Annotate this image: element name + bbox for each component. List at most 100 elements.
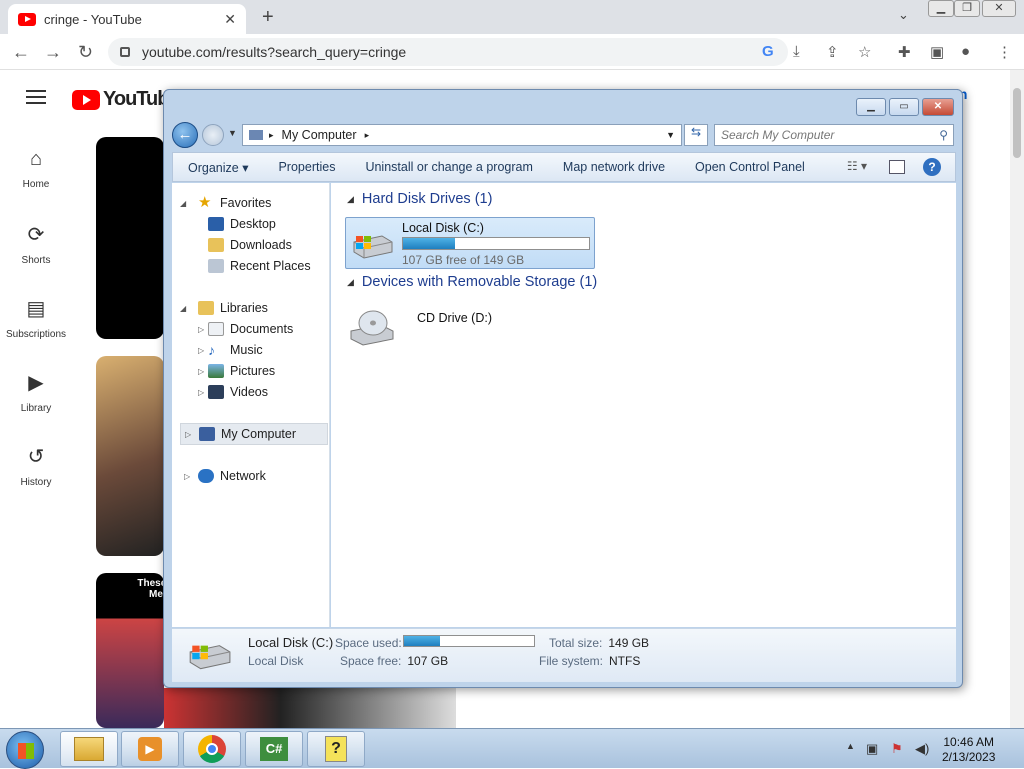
properties-button[interactable]: Properties xyxy=(263,160,350,174)
open-control-panel-button[interactable]: Open Control Panel xyxy=(680,160,820,174)
thumbnail-caption: Me xyxy=(149,589,163,600)
network-tray-icon[interactable]: ▣ xyxy=(866,741,878,757)
taskbar-media-player-button[interactable]: ▶ xyxy=(121,731,179,767)
new-tab-button[interactable]: + xyxy=(262,6,274,29)
uninstall-program-button[interactable]: Uninstall or change a program xyxy=(350,160,547,174)
pictures-icon xyxy=(208,364,224,378)
volume-icon[interactable]: ◀) xyxy=(915,741,929,757)
address-dropdown-icon[interactable]: ▼ xyxy=(666,130,675,140)
drive-item-c[interactable]: Local Disk (C:) 107 GB free of 149 GB xyxy=(345,217,595,269)
search-icon[interactable]: ⚲ xyxy=(939,125,948,145)
menu-icon[interactable]: ⋮ xyxy=(997,43,1012,61)
nav-item-music[interactable]: ▷ ♪ Music xyxy=(198,340,263,360)
system-clock[interactable]: 10:46 AM 2/13/2023 xyxy=(942,735,995,765)
profile-icon[interactable]: ● xyxy=(961,43,970,60)
recent-pages-chevron-icon[interactable]: ▼ xyxy=(228,128,237,138)
nav-item-desktop[interactable]: Desktop xyxy=(208,214,276,234)
address-bar[interactable]: youtube.com/results?search_query=cringe xyxy=(108,38,788,66)
tab-close-icon[interactable]: ✕ xyxy=(224,11,236,28)
explorer-address-bar[interactable]: ▸ My Computer ▸ ▼ xyxy=(242,124,682,146)
collapse-arrow-icon[interactable]: ◢ xyxy=(180,199,186,208)
expand-arrow-icon[interactable]: ▷ xyxy=(185,430,191,439)
start-button[interactable] xyxy=(6,731,44,769)
sidebar-item-library[interactable]: ▶ Library xyxy=(0,370,72,414)
nav-item-recent-places[interactable]: Recent Places xyxy=(208,256,311,276)
explorer-minimize-button[interactable]: ▁ xyxy=(856,98,886,116)
extensions-icon[interactable]: ✚ xyxy=(898,43,911,61)
hard-drive-icon xyxy=(189,645,231,670)
recent-places-icon xyxy=(208,259,224,273)
tab-search-chevron-icon[interactable]: ⌄ xyxy=(898,7,909,23)
sidebar-item-history[interactable]: ↺ History xyxy=(0,444,72,488)
organize-button[interactable]: Organize ▾ xyxy=(173,160,263,175)
explorer-maximize-button[interactable]: ▭ xyxy=(889,98,919,116)
nav-item-documents[interactable]: ▷ Documents xyxy=(198,319,293,339)
expand-arrow-icon[interactable]: ▷ xyxy=(198,346,204,355)
sidebar-label: Home xyxy=(22,179,50,190)
hamburger-menu-icon[interactable] xyxy=(26,90,46,104)
bookmark-star-icon[interactable]: ☆ xyxy=(858,43,871,61)
nav-item-libraries[interactable]: ◢ Libraries xyxy=(180,298,268,318)
explorer-close-button[interactable]: ✕ xyxy=(922,98,954,116)
map-network-drive-button[interactable]: Map network drive xyxy=(548,160,680,174)
home-icon: ⌂ xyxy=(29,148,43,170)
show-hidden-icons-icon[interactable]: ▲ xyxy=(846,741,855,751)
restore-button[interactable]: ❐ xyxy=(954,0,980,17)
video-thumbnail[interactable] xyxy=(164,688,456,728)
expand-arrow-icon[interactable]: ▷ xyxy=(198,367,204,376)
nav-item-downloads[interactable]: Downloads xyxy=(208,235,292,255)
space-used-label: Space used: xyxy=(335,636,408,650)
preview-pane-icon[interactable] xyxy=(889,160,905,174)
expand-arrow-icon[interactable]: ▷ xyxy=(184,472,190,481)
help-icon[interactable]: ? xyxy=(923,158,941,176)
taskbar-csharp-button[interactable]: C# xyxy=(245,731,303,767)
breadcrumb-arrow-icon[interactable]: ▸ xyxy=(365,130,370,141)
nav-item-favorites[interactable]: ◢ ★ Favorites xyxy=(180,193,271,213)
collapse-arrow-icon[interactable]: ◢ xyxy=(180,304,186,313)
expand-arrow-icon[interactable]: ▷ xyxy=(198,325,204,334)
scrollbar-thumb[interactable] xyxy=(1013,88,1021,158)
browser-tab[interactable]: cringe - YouTube ✕ xyxy=(8,4,246,34)
sidebar-item-home[interactable]: ⌂ Home xyxy=(0,148,72,190)
explorer-back-button[interactable]: ← xyxy=(172,122,198,148)
taskbar-explorer-button[interactable] xyxy=(60,731,118,767)
taskbar-help-button[interactable]: ? xyxy=(307,731,365,767)
explorer-search-input[interactable]: Search My Computer ⚲ xyxy=(714,124,954,146)
video-thumbnail[interactable] xyxy=(96,356,164,556)
breadcrumb-my-computer[interactable]: My Computer xyxy=(282,128,357,142)
windows-taskbar: ▶ C# ? ▲ ▣ ⚑ ◀) 10:46 AM 2/13/2023 xyxy=(0,728,1024,769)
taskbar-chrome-button[interactable] xyxy=(183,731,241,767)
file-system-row: File system: NTFS xyxy=(539,654,640,668)
page-scrollbar[interactable] xyxy=(1010,70,1024,728)
install-icon[interactable]: ⤓ xyxy=(793,43,800,60)
nav-item-my-computer[interactable]: ▷ My Computer xyxy=(180,423,328,445)
expand-arrow-icon[interactable]: ▷ xyxy=(198,388,204,397)
refresh-button[interactable]: ⇆ xyxy=(684,124,708,146)
reload-icon[interactable]: ↻ xyxy=(78,42,93,63)
explorer-forward-button[interactable] xyxy=(202,124,224,146)
video-thumbnail[interactable]: These a Me xyxy=(96,573,175,728)
group-header-hard-disk-drives[interactable]: ◢ Hard Disk Drives (1) xyxy=(347,191,947,207)
back-icon[interactable]: ← xyxy=(12,42,30,63)
side-panel-icon[interactable]: ▣ xyxy=(930,43,944,61)
group-header-removable-storage[interactable]: ◢ Devices with Removable Storage (1) xyxy=(347,274,947,290)
minimize-button[interactable]: ▁ xyxy=(928,0,954,17)
google-icon[interactable]: G xyxy=(762,43,774,60)
video-thumbnail[interactable] xyxy=(96,137,164,339)
nav-item-videos[interactable]: ▷ Videos xyxy=(198,382,268,402)
nav-item-network[interactable]: ▷ Network xyxy=(184,466,266,486)
action-center-icon[interactable]: ⚑ xyxy=(891,741,903,757)
change-view-icon[interactable]: ☷ ▾ xyxy=(847,159,867,173)
chrome-icon xyxy=(198,735,226,763)
forward-icon[interactable]: → xyxy=(44,42,62,63)
nav-item-pictures[interactable]: ▷ Pictures xyxy=(198,361,275,381)
share-icon[interactable]: ⇪ xyxy=(826,43,839,61)
collapse-arrow-icon[interactable]: ◢ xyxy=(347,194,354,205)
breadcrumb-arrow-icon[interactable]: ▸ xyxy=(269,130,274,141)
documents-icon xyxy=(208,322,224,336)
collapse-arrow-icon[interactable]: ◢ xyxy=(347,277,354,288)
drive-item-d[interactable]: CD Drive (D:) xyxy=(345,301,545,351)
sidebar-item-subscriptions[interactable]: ▤ Subscriptions xyxy=(0,296,72,340)
close-button[interactable]: ✕ xyxy=(982,0,1016,17)
sidebar-item-shorts[interactable]: ⟳ Shorts xyxy=(0,222,72,266)
